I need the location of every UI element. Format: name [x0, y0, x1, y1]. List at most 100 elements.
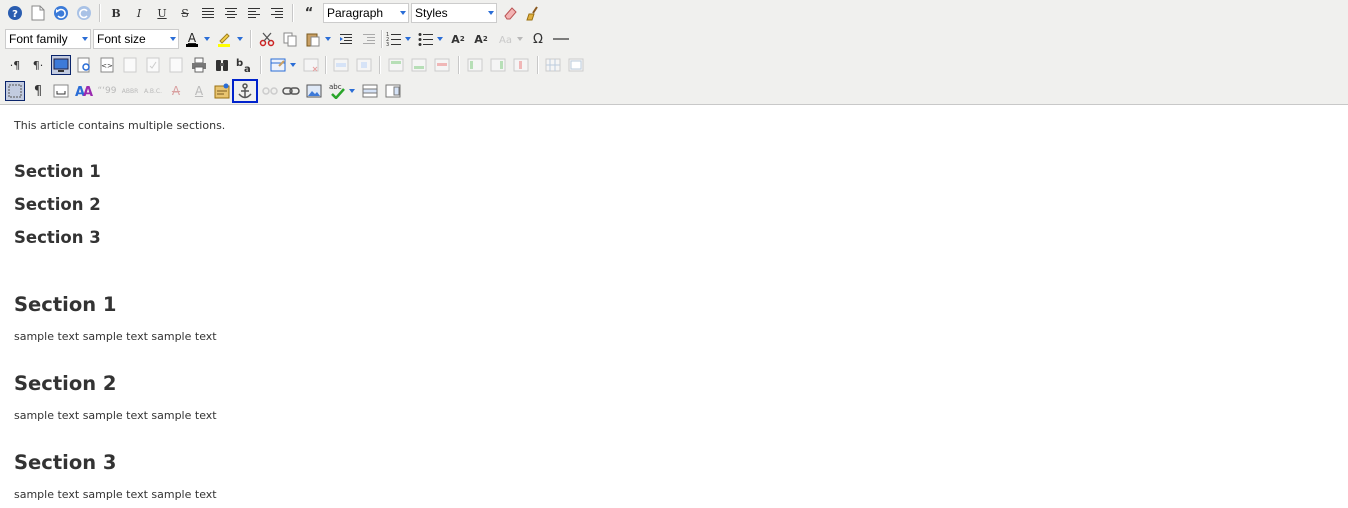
bullet-list-icon[interactable]	[416, 29, 436, 49]
ltr-direction-icon[interactable]: ·¶	[5, 55, 25, 75]
insert-col-after-icon[interactable]	[488, 55, 508, 75]
print-icon[interactable]	[189, 55, 209, 75]
image-icon[interactable]	[304, 81, 324, 101]
style-props-icon[interactable]: AA	[74, 81, 94, 101]
insert-table-icon[interactable]	[268, 55, 288, 75]
chevron-down-icon	[79, 30, 90, 48]
merge-cells-icon[interactable]	[566, 55, 586, 75]
separator	[379, 56, 381, 74]
align-center-icon[interactable]	[221, 3, 241, 23]
section-heading: Section 3	[14, 451, 117, 474]
quote-icon[interactable]: “‘99	[97, 81, 117, 101]
undo-icon[interactable]	[51, 3, 71, 23]
chevron-down-icon[interactable]	[202, 29, 212, 49]
rtl-direction-icon[interactable]: ¶·	[28, 55, 48, 75]
align-left-icon[interactable]	[244, 3, 264, 23]
section-text: sample text sample text sample text	[14, 409, 217, 422]
redo-icon[interactable]	[74, 3, 94, 23]
outdent-icon[interactable]	[336, 29, 356, 49]
chevron-down-icon[interactable]	[347, 81, 357, 101]
page-check-icon[interactable]	[143, 55, 163, 75]
spellcheck-icon[interactable]: abc	[327, 81, 347, 101]
indent-icon[interactable]	[359, 29, 379, 49]
help-icon[interactable]: ?	[5, 3, 25, 23]
numbered-list-icon[interactable]: 123	[384, 29, 404, 49]
horizontal-rule-icon[interactable]	[551, 29, 571, 49]
visual-aid-icon[interactable]	[5, 81, 25, 101]
split-cells-icon[interactable]	[543, 55, 563, 75]
align-right-icon[interactable]	[267, 3, 287, 23]
link-icon[interactable]	[281, 81, 301, 101]
insert-row-before-icon[interactable]	[386, 55, 406, 75]
anchor-icon[interactable]	[232, 79, 258, 103]
section-heading: Section 1	[14, 293, 117, 316]
insertion-icon[interactable]: A	[189, 81, 209, 101]
row-props-icon[interactable]	[331, 55, 351, 75]
text-direction-icon[interactable]: Aa	[496, 29, 516, 49]
acronym-icon[interactable]: A.B.C.	[143, 81, 163, 101]
find-icon[interactable]	[212, 55, 232, 75]
delete-col-icon[interactable]	[511, 55, 531, 75]
superscript-icon[interactable]: A2	[471, 29, 491, 49]
svg-text:?: ?	[12, 9, 18, 20]
copy-icon[interactable]	[280, 29, 300, 49]
bold-icon[interactable]: B	[106, 3, 126, 23]
layer-icon[interactable]	[360, 81, 380, 101]
cell-props-icon[interactable]	[354, 55, 374, 75]
delete-row-icon[interactable]	[432, 55, 452, 75]
new-page-icon[interactable]	[166, 55, 186, 75]
underline-icon[interactable]: U	[152, 3, 172, 23]
separator	[260, 56, 262, 74]
attributes-icon[interactable]	[212, 81, 232, 101]
unlink-icon[interactable]	[260, 81, 280, 101]
nonbreaking-space-icon[interactable]	[51, 81, 71, 101]
font-size-select[interactable]: Font size	[93, 29, 179, 49]
chevron-down-icon[interactable]	[235, 29, 245, 49]
fullscreen-icon[interactable]	[51, 55, 71, 75]
new-document-icon[interactable]	[28, 3, 48, 23]
chevron-down-icon[interactable]	[515, 29, 525, 49]
chevron-down-icon[interactable]	[403, 29, 413, 49]
toc-link-section-1[interactable]: Section 1	[14, 162, 101, 181]
section-text: sample text sample text sample text	[14, 330, 217, 343]
strikethrough-icon[interactable]: S	[175, 3, 195, 23]
chevron-down-icon	[167, 30, 178, 48]
cut-icon[interactable]	[257, 29, 277, 49]
paste-icon[interactable]	[303, 29, 323, 49]
toc-link-section-3[interactable]: Section 3	[14, 228, 101, 247]
section-text: sample text sample text sample text	[14, 488, 217, 501]
intro-paragraph: This article contains multiple sections.	[14, 119, 226, 132]
subscript-icon[interactable]: A2	[448, 29, 468, 49]
insert-col-before-icon[interactable]	[465, 55, 485, 75]
insert-row-after-icon[interactable]	[409, 55, 429, 75]
deletion-icon[interactable]: A	[166, 81, 186, 101]
separator	[325, 56, 327, 74]
preview-icon[interactable]	[74, 55, 94, 75]
cleanup-brush-icon[interactable]	[523, 3, 543, 23]
abbreviation-icon[interactable]: ABBR	[120, 81, 140, 101]
template-icon[interactable]	[120, 55, 140, 75]
text-color-icon[interactable]: A	[182, 29, 202, 49]
styles-select-value: Styles	[415, 6, 448, 20]
font-family-select[interactable]: Font family	[5, 29, 91, 49]
format-select[interactable]: Paragraph	[323, 3, 409, 23]
italic-icon[interactable]: I	[129, 3, 149, 23]
section-heading: Section 2	[14, 372, 117, 395]
editor-toolbar: ? B I U S “ Paragraph Styles Font family…	[0, 0, 1348, 105]
chevron-down-icon[interactable]	[435, 29, 445, 49]
chevron-down-icon[interactable]	[323, 29, 333, 49]
toc-link-section-2[interactable]: Section 2	[14, 195, 101, 214]
delete-table-icon[interactable]	[301, 55, 321, 75]
styles-select[interactable]: Styles	[411, 3, 497, 23]
special-character-icon[interactable]: Ω	[528, 29, 548, 49]
highlight-color-icon[interactable]	[214, 29, 234, 49]
template-insert-icon[interactable]	[383, 81, 403, 101]
svg-text:b: b	[236, 58, 243, 69]
source-code-icon[interactable]: <>	[97, 55, 117, 75]
align-justify-icon[interactable]	[198, 3, 218, 23]
show-blocks-icon[interactable]: ¶	[28, 81, 48, 101]
chevron-down-icon[interactable]	[288, 55, 298, 75]
replace-icon[interactable]: ba	[235, 55, 255, 75]
eraser-icon[interactable]	[500, 3, 520, 23]
blockquote-icon[interactable]: “	[299, 3, 319, 23]
